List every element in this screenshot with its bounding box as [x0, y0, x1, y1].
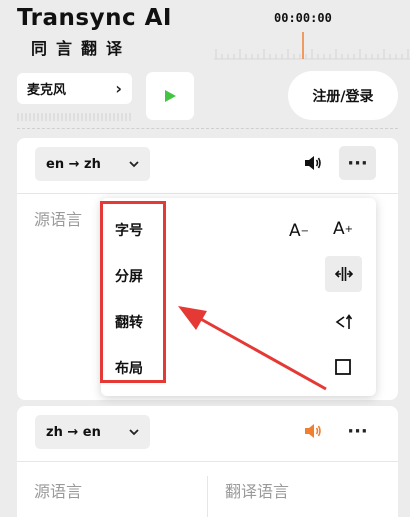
- speaker-active-icon[interactable]: [304, 423, 322, 439]
- microphone-label: 麦克风: [27, 83, 67, 98]
- panel-divider: [17, 461, 398, 462]
- divider: [17, 128, 398, 129]
- chevron-right-icon: ›: [115, 79, 122, 98]
- ellipsis-icon: ···: [347, 420, 368, 442]
- speaker-icon[interactable]: [304, 155, 322, 171]
- language-direction-label: zh → en: [46, 424, 101, 440]
- display-options-menu: 字号 分屏 翻转 布局 A − A +: [101, 198, 376, 396]
- play-icon: [165, 90, 176, 102]
- more-options-button[interactable]: ···: [339, 146, 376, 180]
- login-register-button[interactable]: 注册/登录: [288, 71, 398, 120]
- menu-item-split-screen: 分屏: [115, 269, 143, 285]
- font-increase-icon: A: [332, 219, 345, 239]
- font-increase-button[interactable]: A +: [331, 218, 355, 240]
- flip-icon: [335, 314, 353, 329]
- language-direction-label: en → zh: [46, 156, 101, 172]
- split-screen-icon: [334, 267, 353, 281]
- app-title: Transync AI: [17, 5, 172, 31]
- microphone-selector[interactable]: 麦克风 ›: [17, 73, 132, 104]
- menu-item-font-size: 字号: [115, 223, 143, 239]
- language-direction-selector[interactable]: zh → en: [35, 415, 150, 449]
- target-translation-panel: zh → en ··· 源语言 翻译语言: [17, 406, 398, 517]
- flip-button[interactable]: [331, 311, 355, 333]
- source-text-placeholder[interactable]: 源语言: [34, 478, 82, 502]
- play-button[interactable]: [146, 72, 194, 120]
- chevron-down-icon: [129, 425, 139, 440]
- menu-item-layout: 布局: [115, 361, 143, 377]
- audio-level-meter: [17, 113, 131, 121]
- recording-timer: 00:00:00: [274, 11, 332, 25]
- more-options-button[interactable]: ···: [339, 414, 376, 448]
- column-divider: [207, 476, 208, 517]
- font-decrease-button[interactable]: A −: [287, 220, 311, 242]
- ellipsis-icon: ···: [347, 152, 368, 174]
- menu-item-flip: 翻转: [115, 315, 143, 331]
- waveform-timeline[interactable]: [214, 30, 410, 60]
- font-decrease-icon: A: [288, 221, 301, 241]
- split-screen-button[interactable]: [325, 256, 362, 292]
- square-layout-icon: [335, 359, 351, 375]
- translated-text-placeholder[interactable]: 翻译语言: [225, 478, 289, 502]
- chevron-down-icon: [129, 157, 139, 172]
- source-text-placeholder[interactable]: 源语言: [34, 206, 82, 230]
- app-subtitle: 同言翻译: [31, 39, 132, 58]
- layout-button[interactable]: [332, 356, 354, 378]
- panel-divider: [17, 193, 398, 194]
- language-direction-selector[interactable]: en → zh: [35, 147, 150, 181]
